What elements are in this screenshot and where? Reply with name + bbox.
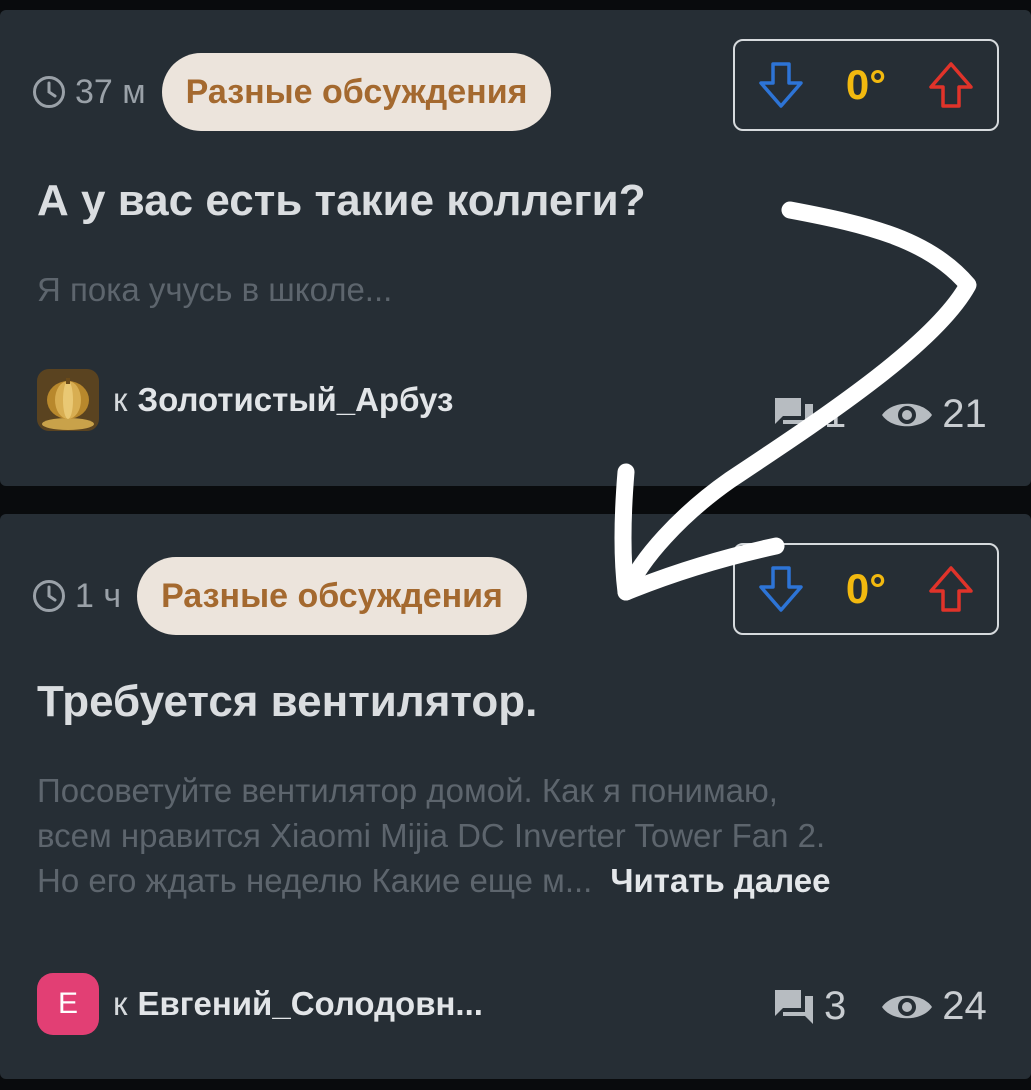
comments-icon — [775, 989, 813, 1024]
author-prefix: к — [113, 985, 128, 1022]
downvote-button[interactable] — [755, 563, 807, 615]
post-title[interactable]: А у вас есть такие коллеги? — [37, 176, 646, 226]
post-meta: 37 м Разные обсуждения — [32, 53, 552, 131]
comments-icon — [775, 397, 813, 432]
excerpt-line: всем нравится Xiaomi Mijia DC Inverter T… — [37, 817, 826, 854]
category-badge[interactable]: Разные обсуждения — [137, 557, 527, 635]
views-stat: 24 — [880, 984, 987, 1029]
post-card[interactable]: 37 м Разные обсуждения 0° А у вас есть т… — [0, 10, 1031, 486]
comments-count: 3 — [824, 984, 847, 1028]
author-row[interactable]: Е к Евгений_Солодовн... — [37, 973, 483, 1035]
excerpt-line: Посоветуйте вентилятор домой. Как я пони… — [37, 772, 778, 809]
upvote-button[interactable] — [925, 59, 977, 111]
post-stats: 3 24 — [772, 984, 987, 1029]
comments-stat[interactable]: 3 — [772, 984, 846, 1029]
upvote-button[interactable] — [925, 563, 977, 615]
clock-icon — [33, 580, 65, 612]
avatar[interactable]: Е — [37, 973, 99, 1035]
post-meta: 1 ч Разные обсуждения — [32, 557, 527, 635]
post-stats: 1 21 — [772, 392, 987, 437]
clock-icon — [33, 76, 65, 108]
author-row[interactable]: к Золотистый_Арбуз — [37, 369, 453, 431]
vote-widget: 0° — [733, 543, 999, 635]
views-count: 21 — [942, 392, 987, 436]
post-card[interactable]: 1 ч Разные обсуждения 0° Требуется венти… — [0, 514, 1031, 1079]
post-excerpt[interactable]: Посоветуйте вентилятор домой. Как я пони… — [37, 768, 830, 903]
post-time: 37 м — [75, 72, 146, 111]
excerpt-line-text: Но его ждать неделю Какие еще м... — [37, 862, 593, 899]
author-name[interactable]: Золотистый_Арбуз — [137, 381, 453, 419]
read-more-link[interactable]: Читать далее — [610, 862, 830, 899]
post-excerpt[interactable]: Я пока учусь в школе... — [37, 267, 392, 312]
excerpt-line: Но его ждать неделю Какие еще м... Читать… — [37, 858, 830, 903]
rating-value: 0° — [845, 61, 887, 108]
author-name[interactable]: Евгений_Солодовн... — [137, 985, 483, 1023]
category-badge[interactable]: Разные обсуждения — [161, 53, 552, 131]
golden-pumpkin-image — [37, 369, 99, 431]
arrow-down-icon — [759, 566, 803, 612]
views-count: 24 — [942, 984, 987, 1028]
excerpt-line: Я пока учусь в школе... — [37, 271, 393, 308]
comments-count: 1 — [824, 392, 847, 436]
arrow-up-icon — [929, 62, 973, 108]
downvote-button[interactable] — [755, 59, 807, 111]
arrow-up-icon — [929, 566, 973, 612]
post-title[interactable]: Требуется вентилятор. — [37, 677, 537, 727]
rating-value: 0° — [845, 565, 887, 612]
views-stat: 21 — [880, 392, 987, 437]
eye-icon — [882, 995, 933, 1018]
vote-widget: 0° — [733, 39, 999, 131]
comments-stat[interactable]: 1 — [772, 392, 846, 437]
avatar[interactable] — [37, 369, 99, 431]
eye-icon — [882, 403, 933, 426]
arrow-down-icon — [759, 62, 803, 108]
author-prefix: к — [113, 381, 128, 418]
post-time: 1 ч — [75, 576, 122, 615]
